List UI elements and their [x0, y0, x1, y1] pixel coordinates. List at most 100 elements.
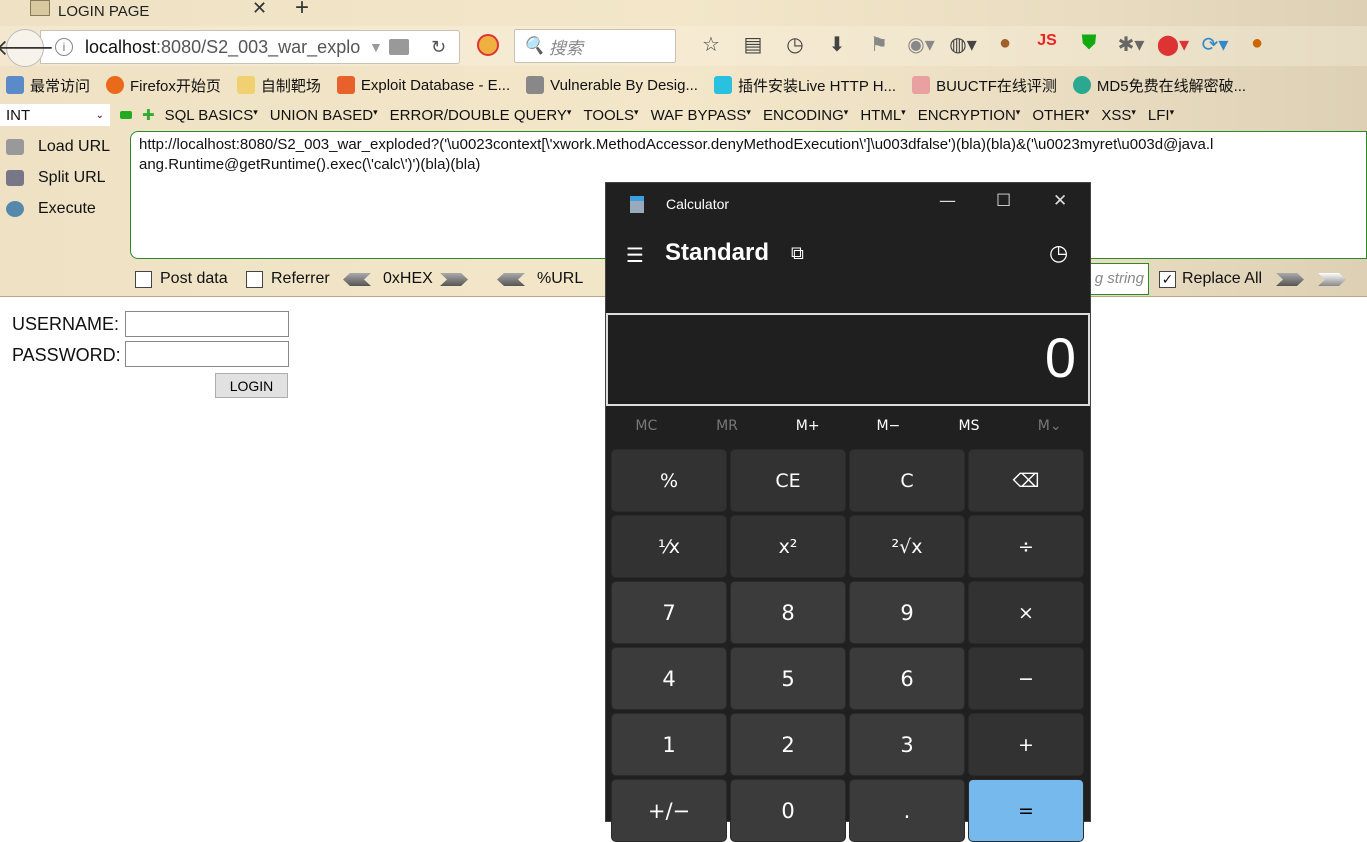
flag-icon[interactable]: ⚑ — [858, 32, 900, 57]
tab-login-page[interactable]: LOGIN PAGE ✕ — [0, 0, 285, 22]
int-select[interactable]: INT ⌄ — [0, 104, 110, 126]
url-bar[interactable]: i localhost:8080/S2_003_war_explo ▼ ↻ — [40, 30, 460, 64]
equals-button[interactable]: = — [968, 779, 1084, 842]
menu-sql-basics[interactable]: SQL BASICS — [165, 107, 258, 124]
reading-list-icon[interactable]: ▤ — [732, 32, 774, 57]
download-icon[interactable]: ⬇ — [816, 32, 858, 57]
square-root-button[interactable]: ²√x — [849, 515, 965, 578]
menu-xss[interactable]: XSS — [1101, 107, 1136, 124]
two-button[interactable]: 2 — [730, 713, 846, 776]
close-icon[interactable]: ✕ — [1053, 191, 1067, 211]
calculator-titlebar[interactable]: Calculator — ☐ ✕ — [606, 183, 1090, 225]
memory-button[interactable]: M⌄ — [1009, 411, 1090, 441]
new-tab-button[interactable]: + — [295, 0, 309, 22]
memory-button[interactable]: M+ — [767, 411, 848, 441]
reload-icon[interactable]: ↻ — [431, 37, 446, 58]
plus-icon[interactable]: ✚ — [142, 106, 155, 124]
noscript-icon[interactable] — [477, 34, 499, 56]
menu-encoding[interactable]: ENCODING — [763, 107, 848, 124]
seven-button[interactable]: 7 — [611, 581, 727, 644]
replace-all-checkbox[interactable]: ✓ — [1159, 271, 1176, 288]
close-tab-icon[interactable]: ✕ — [252, 0, 267, 19]
multiply-button[interactable]: × — [968, 581, 1084, 644]
history-icon[interactable]: ◷ — [1049, 241, 1068, 266]
memory-button[interactable]: MR — [687, 411, 768, 441]
bookmark-buuctf[interactable]: BUUCTF在线评测 — [912, 75, 1057, 96]
menu-union-based[interactable]: UNION BASED — [270, 107, 378, 124]
split-url-button[interactable]: Split URL — [0, 162, 128, 193]
four-button[interactable]: 4 — [611, 647, 727, 710]
replace-next-arrow-icon[interactable] — [1318, 273, 1346, 286]
execute-button[interactable]: Execute — [0, 193, 128, 224]
l-extension-icon[interactable]: ● — [1236, 32, 1278, 57]
divide-button[interactable]: ÷ — [968, 515, 1084, 578]
bookmark-md5[interactable]: MD5免费在线解密破... — [1072, 75, 1246, 96]
minimize-icon[interactable]: — — [939, 191, 956, 211]
menu-html[interactable]: HTML — [860, 107, 905, 124]
bug-icon[interactable]: ✱▾ — [1110, 32, 1152, 57]
memory-button[interactable]: M− — [848, 411, 929, 441]
cookie-icon[interactable]: ● — [984, 32, 1026, 57]
bookmark-exploit-db[interactable]: Exploit Database - E... — [336, 76, 510, 94]
info-icon[interactable]: i — [55, 38, 73, 56]
zero-button[interactable]: 0 — [730, 779, 846, 842]
load-url-button[interactable]: Load URL — [0, 131, 128, 162]
referrer-checkbox[interactable] — [246, 271, 263, 288]
buuctf-icon — [912, 76, 931, 94]
bookmark-firefox-start[interactable]: Firefox开始页 — [106, 75, 221, 96]
hex-decode-arrow-icon[interactable] — [343, 273, 371, 286]
backspace-button[interactable]: ⌫ — [968, 449, 1084, 512]
bookmark-folder[interactable]: 自制靶场 — [236, 75, 321, 96]
red-extension-icon[interactable]: ⬤▾ — [1152, 32, 1194, 57]
password-input[interactable] — [125, 341, 289, 367]
reciprocal-button[interactable]: ⅟x — [611, 515, 727, 578]
subtract-button[interactable]: − — [968, 647, 1084, 710]
globe-icon[interactable]: ◉▾ — [900, 32, 942, 57]
minus-icon[interactable] — [120, 111, 132, 119]
shield-w-icon[interactable]: ⛊ — [1068, 32, 1110, 57]
menu-icon[interactable]: ☰ — [626, 243, 644, 267]
js-icon[interactable]: JS — [1026, 32, 1068, 57]
bookmark-label: Vulnerable By Desig... — [550, 76, 698, 94]
nine-button[interactable]: 9 — [849, 581, 965, 644]
clear-button[interactable]: C — [849, 449, 965, 512]
keep-on-top-icon[interactable]: ⧉ — [791, 243, 804, 264]
back-button[interactable]: 🡐 — [0, 29, 55, 67]
bookmark-live-http[interactable]: 插件安装Live HTTP H... — [713, 75, 896, 96]
menu-waf-bypass[interactable]: WAF BYPASS — [651, 107, 751, 124]
server-icon[interactable] — [389, 39, 409, 55]
maximize-icon[interactable]: ☐ — [996, 191, 1011, 211]
bookmark-most-visited[interactable]: 最常访问 — [6, 75, 90, 96]
history-icon[interactable]: ◷ — [774, 32, 816, 57]
clear-entry-button[interactable]: CE — [730, 449, 846, 512]
star-icon[interactable]: ☆ — [690, 32, 732, 57]
menu-error-double-query[interactable]: ERROR/DOUBLE QUERY — [390, 107, 572, 124]
add-button[interactable]: + — [968, 713, 1084, 776]
sync-icon[interactable]: ⟳▾ — [1194, 32, 1236, 57]
menu-tools[interactable]: TOOLS — [583, 107, 638, 124]
square-button[interactable]: x² — [730, 515, 846, 578]
cookie-editor-icon[interactable]: ◍▾ — [942, 32, 984, 57]
menu-encryption[interactable]: ENCRYPTION — [918, 107, 1021, 124]
three-button[interactable]: 3 — [849, 713, 965, 776]
menu-other[interactable]: OTHER — [1032, 107, 1089, 124]
menu-lfi[interactable]: LFI — [1148, 107, 1174, 124]
negate-button[interactable]: +/− — [611, 779, 727, 842]
hex-encode-arrow-icon[interactable] — [440, 273, 468, 286]
memory-button[interactable]: MC — [606, 411, 687, 441]
url-decode-arrow-icon[interactable] — [497, 273, 525, 286]
memory-button[interactable]: MS — [929, 411, 1010, 441]
percent-button[interactable]: % — [611, 449, 727, 512]
one-button[interactable]: 1 — [611, 713, 727, 776]
replace-arrow-icon[interactable] — [1276, 273, 1304, 286]
login-button[interactable]: LOGIN — [215, 373, 288, 398]
username-input[interactable] — [125, 311, 289, 337]
eight-button[interactable]: 8 — [730, 581, 846, 644]
five-button[interactable]: 5 — [730, 647, 846, 710]
bookmark-vulnhub[interactable]: Vulnerable By Desig... — [526, 76, 698, 94]
six-button[interactable]: 6 — [849, 647, 965, 710]
search-input[interactable]: 🔍 搜索 — [514, 29, 676, 63]
post-data-checkbox[interactable] — [135, 271, 152, 288]
decimal-button[interactable]: . — [849, 779, 965, 842]
dropdown-arrow-icon[interactable]: ▼ — [369, 39, 383, 55]
